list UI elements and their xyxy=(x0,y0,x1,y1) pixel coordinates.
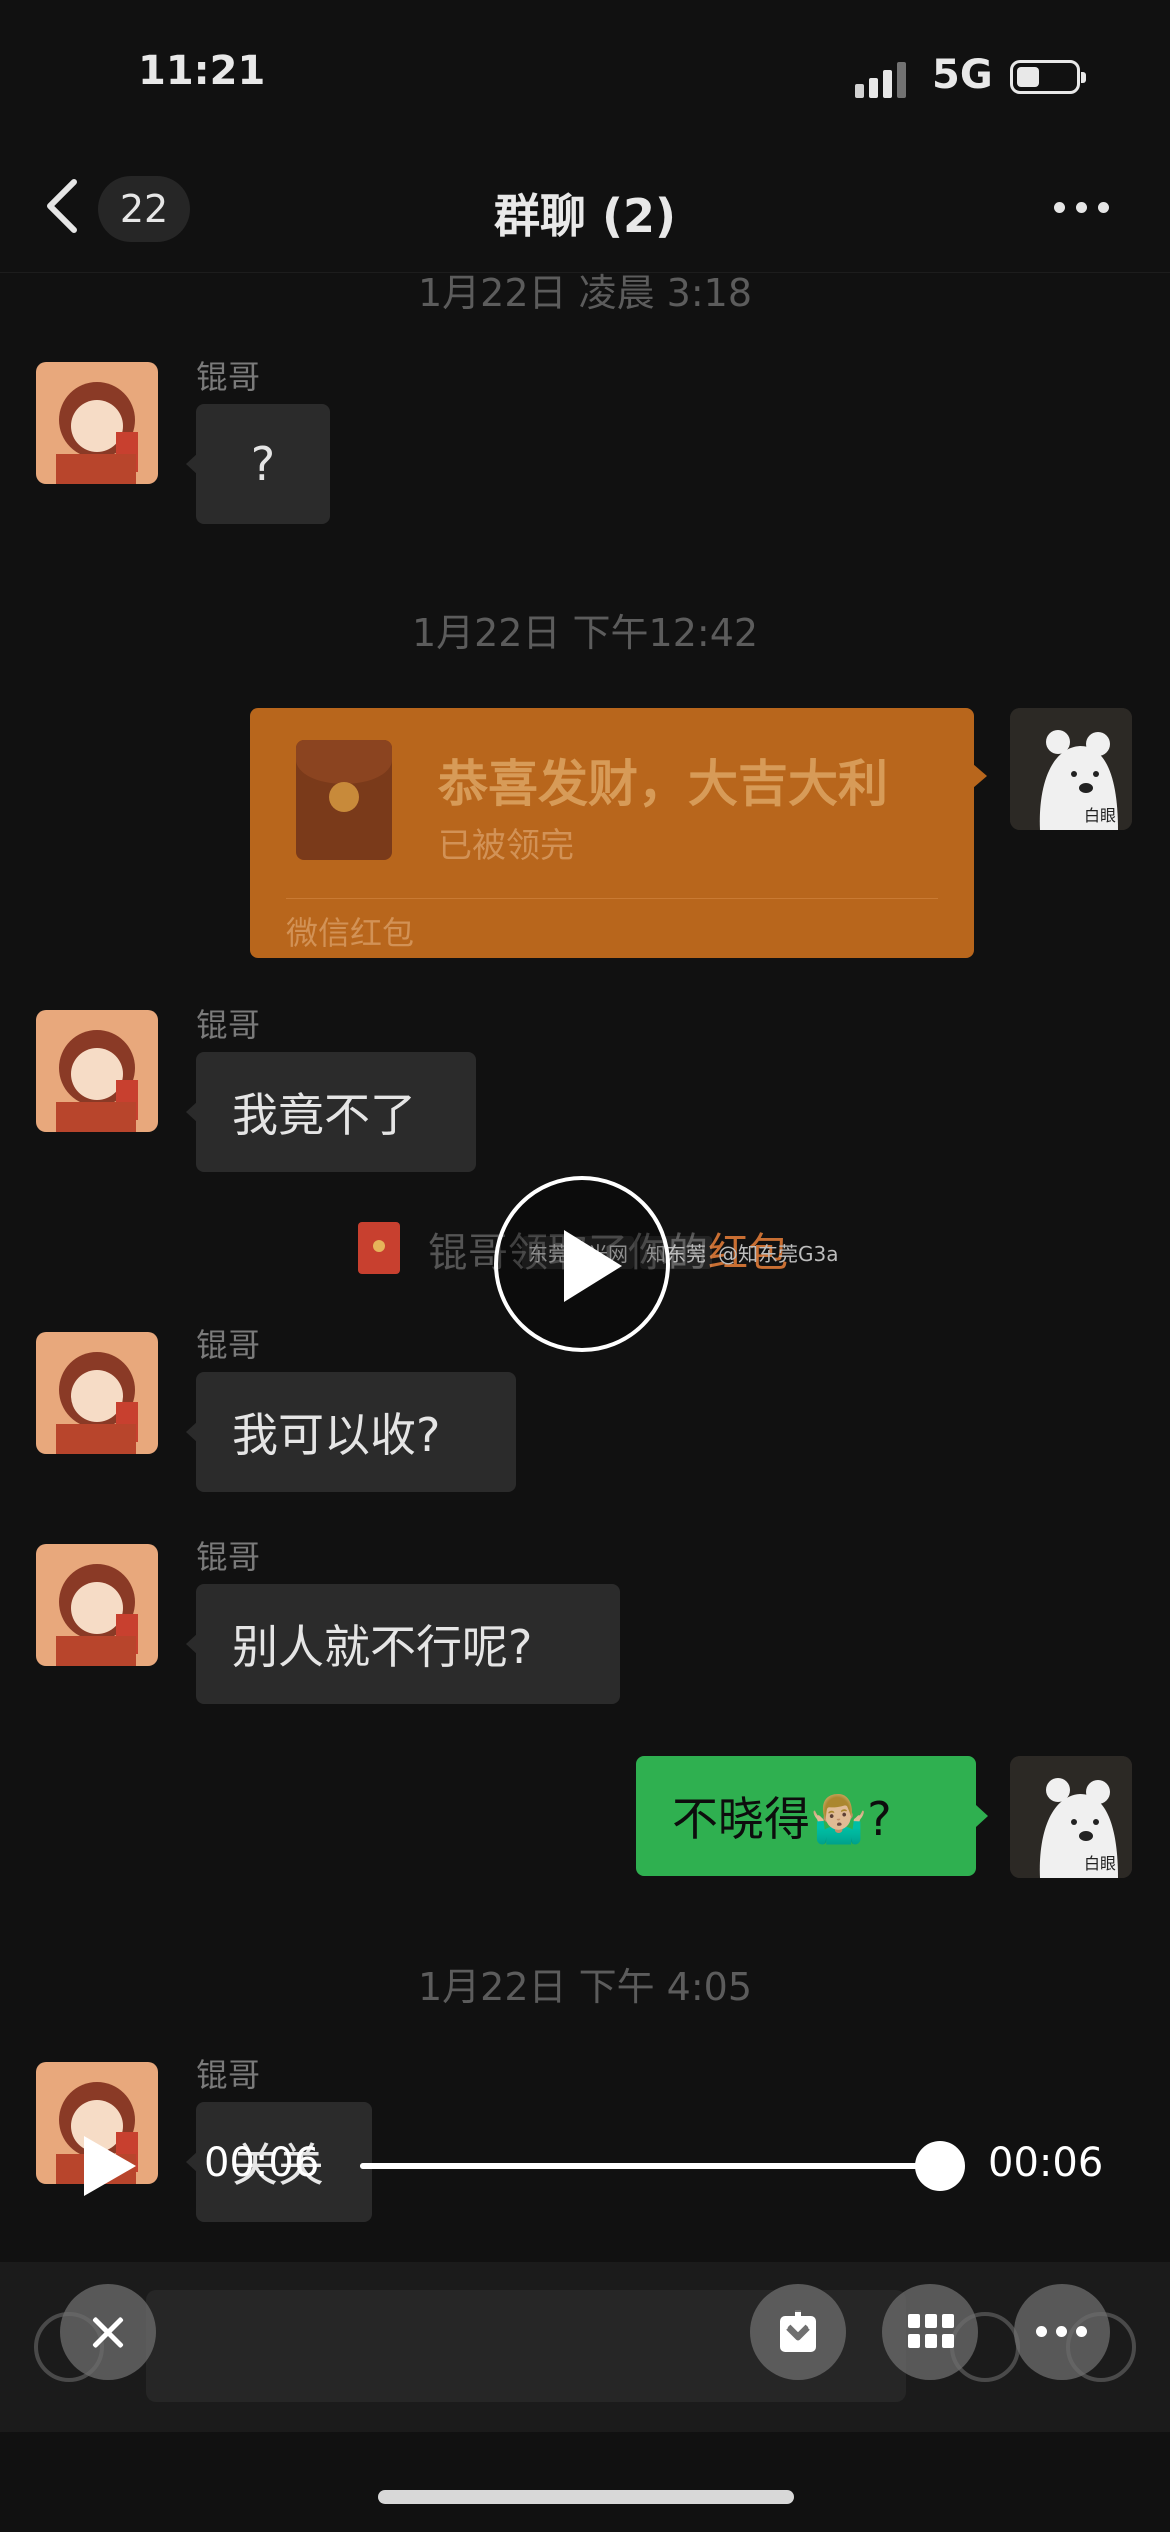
chat-title: 群聊 (2) xyxy=(493,189,677,243)
sender-name: 锟哥 xyxy=(196,1538,261,1576)
home-indicator[interactable] xyxy=(378,2490,794,2504)
watermark-handle: @知东莞G3a xyxy=(718,1242,839,1266)
red-envelope-icon xyxy=(358,1222,400,1274)
message-bubble-self[interactable]: 不晓得🤷🏼‍♂️? xyxy=(636,1756,988,1876)
close-button[interactable] xyxy=(60,2284,156,2380)
message-bubble[interactable]: 我可以收? xyxy=(186,1372,516,1492)
message-bubble[interactable]: 我竟不了 xyxy=(186,1052,476,1172)
message-text: 不晓得🤷🏼‍♂️? xyxy=(672,1792,892,1846)
signal-bars-icon xyxy=(855,62,915,98)
play-icon[interactable] xyxy=(494,1176,670,1352)
red-packet-footer: 微信红包 xyxy=(286,914,415,952)
sender-name: 锟哥 xyxy=(196,2056,261,2094)
avatar[interactable] xyxy=(36,362,158,484)
red-packet-title: 恭喜发财，大吉大利 xyxy=(438,755,888,813)
message-text: ? xyxy=(250,437,276,491)
timestamp: 1月22日 下午 4:05 xyxy=(417,1965,753,2009)
grid-button[interactable] xyxy=(882,2284,978,2380)
download-icon xyxy=(780,2310,816,2352)
self-avatar[interactable]: 白眼 xyxy=(1010,708,1132,830)
sender-name: 锟哥 xyxy=(196,358,261,396)
red-packet-status: 已被领完 xyxy=(438,826,574,866)
avatar-label: 白眼 xyxy=(1084,1854,1117,1873)
sender-name: 锟哥 xyxy=(196,1006,261,1044)
status-time: 11:21 xyxy=(138,48,266,94)
total-time: 00:06 xyxy=(988,2140,1104,2186)
avatar[interactable] xyxy=(36,1544,158,1666)
more-button[interactable] xyxy=(1014,2284,1110,2380)
red-envelope-icon xyxy=(296,740,392,860)
timestamp: 1月22日 下午12:42 xyxy=(411,611,759,655)
battery-icon xyxy=(1010,60,1086,94)
divider xyxy=(286,898,938,899)
more-dots-icon xyxy=(1036,2326,1088,2338)
sender-name: 锟哥 xyxy=(196,1326,261,1364)
message-text: 别人就不行呢? xyxy=(232,1620,533,1674)
network-type: 5G xyxy=(932,52,993,98)
red-packet-card[interactable]: 恭喜发财，大吉大利 已被领完 微信红包 xyxy=(250,708,987,958)
timestamp: 1月22日 凌晨 3:18 xyxy=(417,271,753,315)
avatar-label: 白眼 xyxy=(1084,806,1117,825)
progress-knob[interactable] xyxy=(915,2141,965,2191)
message-bubble[interactable]: 别人就不行呢? xyxy=(186,1584,620,1704)
play-icon[interactable] xyxy=(84,2136,140,2196)
message-bubble[interactable]: ? xyxy=(186,404,330,524)
message-text: 我可以收? xyxy=(232,1408,441,1462)
message-text: 我竟不了 xyxy=(232,1088,416,1142)
avatar[interactable] xyxy=(36,1010,158,1132)
ellipsis-icon[interactable] xyxy=(1054,186,1114,226)
progress-fill xyxy=(360,2163,940,2169)
download-button[interactable] xyxy=(750,2284,846,2380)
current-time: 00:06 xyxy=(204,2140,320,2186)
grid-icon xyxy=(908,2314,954,2350)
avatar[interactable] xyxy=(36,1332,158,1454)
progress-bar[interactable] xyxy=(360,2141,965,2191)
self-avatar[interactable]: 白眼 xyxy=(1010,1756,1132,1878)
